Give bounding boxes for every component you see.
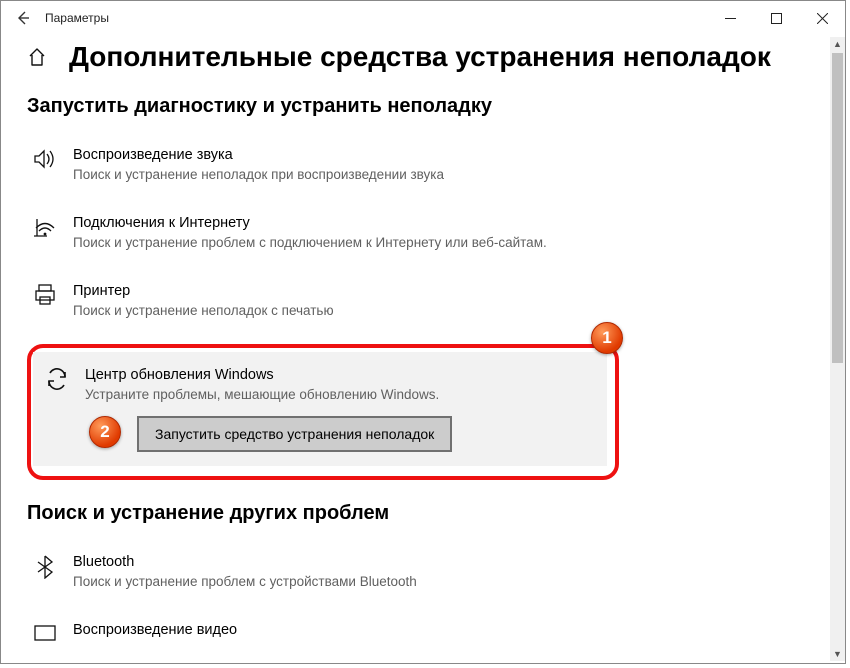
titlebar: Параметры — [1, 1, 845, 35]
update-title: Центр обновления Windows — [85, 366, 597, 385]
troubleshooter-video[interactable]: Воспроизведение видео — [27, 615, 819, 649]
vertical-scrollbar[interactable]: ▲ ▼ — [830, 37, 845, 661]
window-title: Параметры — [45, 11, 109, 25]
troubleshooter-internet[interactable]: Подключения к Интернету Поиск и устранен… — [27, 208, 819, 258]
audio-title: Воспроизведение звука — [73, 146, 815, 165]
minimize-icon — [725, 13, 736, 24]
settings-window: Параметры ▲ ▼ Допол — [0, 0, 846, 664]
bluetooth-desc: Поиск и устранение проблем с устройствам… — [73, 573, 815, 591]
run-troubleshooter-button[interactable]: Запустить средство устранения неполадок — [137, 416, 452, 452]
back-arrow-icon — [16, 11, 30, 25]
speaker-icon — [33, 148, 57, 170]
printer-desc: Поиск и устранение неполадок с печатью — [73, 302, 815, 320]
printer-icon — [33, 284, 57, 306]
page-content: Дополнительные средства устранения непол… — [1, 35, 845, 649]
callout-1: 1 — [591, 322, 623, 354]
home-icon — [27, 47, 47, 67]
section-diagnose-title: Запустить диагностику и устранить непола… — [27, 95, 819, 118]
close-button[interactable] — [799, 1, 845, 35]
internet-desc: Поиск и устранение проблем с подключение… — [73, 234, 815, 252]
minimize-button[interactable] — [707, 1, 753, 35]
scroll-up-arrow[interactable]: ▲ — [830, 37, 845, 51]
maximize-button[interactable] — [753, 1, 799, 35]
close-icon — [817, 13, 828, 24]
update-desc: Устраните проблемы, мешающие обновлению … — [85, 386, 597, 404]
video-title: Воспроизведение видео — [73, 621, 815, 640]
bluetooth-title: Bluetooth — [73, 553, 815, 572]
page-title: Дополнительные средства устранения непол… — [69, 41, 771, 73]
maximize-icon — [771, 13, 782, 24]
bluetooth-icon — [35, 555, 55, 579]
window-controls — [707, 1, 845, 35]
audio-desc: Поиск и устранение неполадок при воспрои… — [73, 166, 815, 184]
troubleshooter-audio[interactable]: Воспроизведение звука Поиск и устранение… — [27, 140, 819, 190]
section-other-title: Поиск и устранение других проблем — [27, 502, 819, 525]
refresh-icon — [45, 368, 69, 390]
internet-title: Подключения к Интернету — [73, 214, 815, 233]
heading-row: Дополнительные средства устранения непол… — [27, 41, 819, 73]
wifi-icon — [33, 216, 57, 238]
home-button[interactable] — [27, 47, 47, 67]
video-icon — [33, 623, 57, 643]
scroll-down-arrow[interactable]: ▼ — [830, 647, 845, 661]
callout-2: 2 — [89, 416, 121, 448]
highlighted-region: 1 Центр обновления Windows Устраните про… — [27, 344, 619, 480]
scrollbar-thumb[interactable] — [832, 53, 843, 363]
troubleshooter-windows-update[interactable]: Центр обновления Windows Устраните пробл… — [33, 352, 607, 466]
troubleshooter-printer[interactable]: Принтер Поиск и устранение неполадок с п… — [27, 276, 819, 326]
printer-title: Принтер — [73, 282, 815, 301]
troubleshooter-bluetooth[interactable]: Bluetooth Поиск и устранение проблем с у… — [27, 547, 819, 597]
back-button[interactable] — [15, 10, 31, 26]
